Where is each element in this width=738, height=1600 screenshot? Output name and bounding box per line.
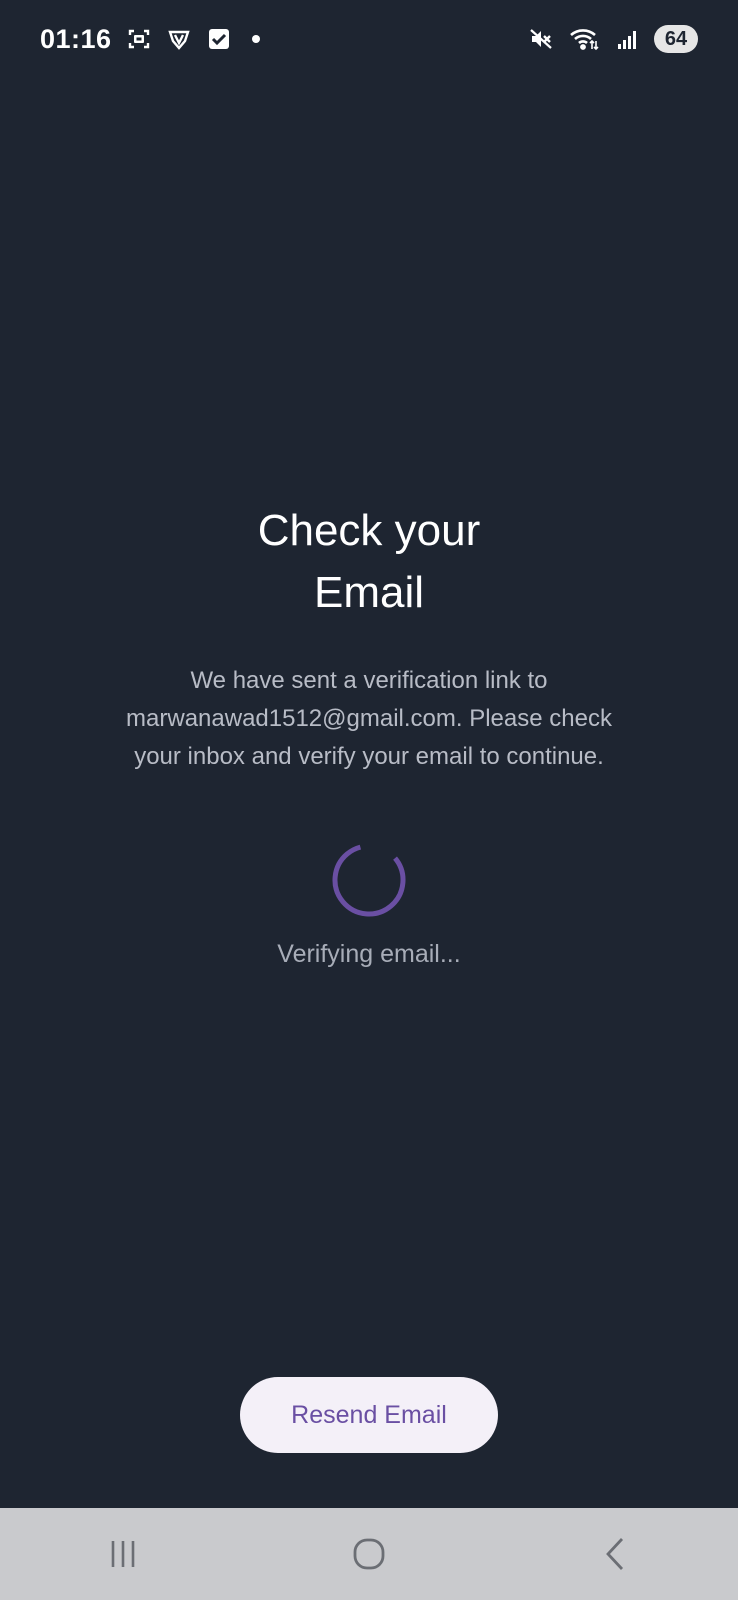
home-button[interactable] [329,1514,409,1594]
vpn-shield-icon [166,26,192,52]
mute-icon [528,26,554,52]
message-line-2: marwanawad1512@gmail.com. Please check [126,705,612,732]
verification-content: Check your Email We have sent a verifica… [0,500,738,969]
message-line-1: We have sent a verification link to [190,667,548,694]
back-button[interactable] [575,1514,655,1594]
page-title: Check your Email [258,500,481,624]
resend-email-button[interactable]: Resend Email [240,1377,498,1453]
back-icon [606,1538,624,1570]
notification-dot [251,35,260,43]
home-icon [353,1538,385,1570]
recent-apps-button[interactable] [83,1514,163,1594]
signal-icon [614,26,640,52]
verification-message: We have sent a verification link to marw… [69,662,669,776]
title-line-1: Check your [257,506,481,555]
status-bar: 01:16 64 [0,0,738,78]
status-bar-right: 64 [528,25,698,53]
status-bar-left: 01:16 [40,24,260,55]
message-line-3: your inbox and verify your email to cont… [134,743,604,770]
screenshot-icon [126,26,152,52]
checkbox-icon [206,26,232,52]
status-time: 01:16 [40,23,112,54]
wifi-icon [568,26,600,52]
title-line-2: Email [313,568,424,617]
loading-spinner [331,842,407,918]
verifying-status: Verifying email... [277,940,461,968]
battery-icon: 64 [654,25,698,53]
recent-apps-icon [111,1541,135,1567]
navigation-bar [0,1508,738,1600]
